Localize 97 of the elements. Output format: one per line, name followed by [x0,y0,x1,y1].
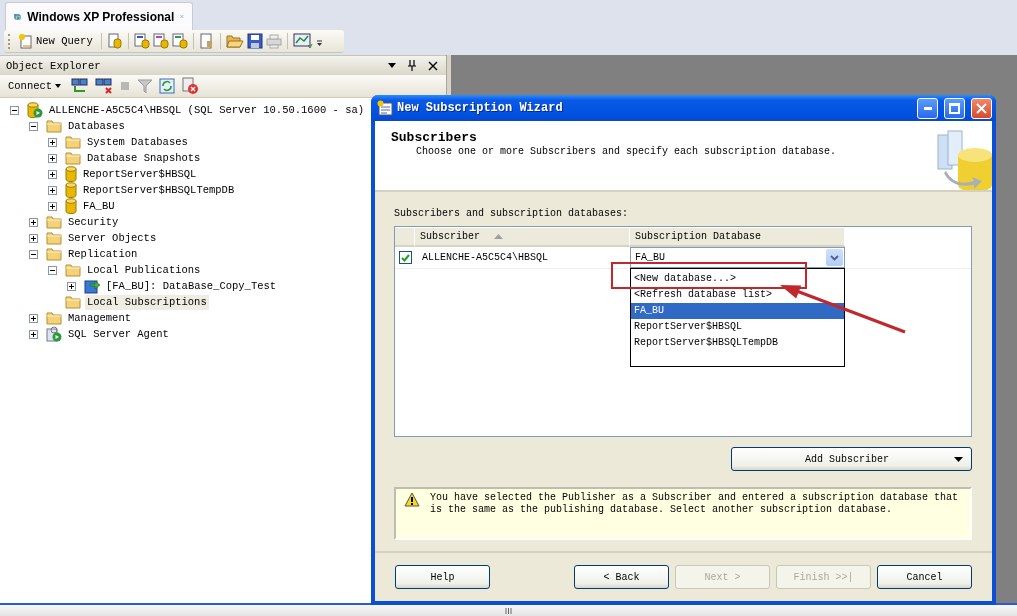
dropdown-option[interactable]: <Refresh database list> [631,287,844,303]
folder-icon [46,215,62,229]
new-query-button[interactable]: New Query [15,33,96,49]
checkbox[interactable] [399,251,412,264]
database-icon [65,166,77,182]
database-icon [65,198,77,214]
window-title: New Subscription Wizard [397,101,564,115]
folder-icon [65,295,81,309]
expand-icon[interactable] [29,313,38,323]
dropdown-option[interactable]: FA_BU [631,303,844,319]
expand-icon[interactable] [48,137,57,147]
expand-icon[interactable] [29,329,38,339]
column-header[interactable]: Subscriber [415,228,630,247]
maximize-button[interactable] [944,97,965,119]
wizard-button[interactable]: < Back [574,565,669,589]
minimize-icon [923,106,932,110]
warning-icon [404,492,420,507]
dropdown-option[interactable]: ReportServer$HBSQL [631,319,844,335]
tree-item[interactable]: ReportServer$HBSQLTempDB [81,182,237,198]
folder-icon [65,135,81,149]
publication-icon [84,278,100,294]
folder-icon [46,247,62,261]
add-subscriber-button[interactable]: Add Subscriber [731,447,972,471]
chevron-down-icon [830,254,839,261]
wizard-button[interactable]: Cancel [877,565,972,589]
expand-icon[interactable] [48,169,57,179]
horizontal-scrollbar[interactable] [0,603,1017,616]
tree-item[interactable]: Security [66,214,121,230]
grid-label: Subscribers and subscription databases: [394,208,630,221]
close-button[interactable] [971,97,992,119]
connect-icon[interactable] [71,77,90,95]
expand-icon[interactable] [29,233,38,243]
minimize-button[interactable] [917,97,938,119]
tree-item[interactable]: [FA_BU]: DataBase_Copy_Test [104,278,279,294]
scroll-grip-icon [505,607,512,614]
close-icon [976,102,987,114]
wizard-button[interactable]: Help [395,565,490,589]
query-document-icon[interactable] [171,33,188,49]
expand-icon[interactable] [67,281,76,291]
page-heading: Subscribers [391,130,478,145]
dropdown-arrow-icon[interactable] [388,63,396,68]
collapse-icon[interactable] [29,249,38,259]
agent-icon [46,326,62,342]
collapse-icon[interactable] [10,105,19,115]
panel-title: Object Explorer [6,59,102,72]
tree-item[interactable]: ALLENCHE-A5C5C4\HBSQL (SQL Server 10.50.1600 - sa) [47,102,367,118]
collapse-icon[interactable] [48,265,57,275]
warning-text: You have selected the Publisher as a Subscriber and entered a subscription database that is the same as the publishing database. Select another subscription database. [430,492,960,516]
database-icon [65,182,77,198]
filter-icon[interactable] [137,78,154,94]
wizard-icon [377,100,393,116]
connect-button[interactable]: Connect [6,80,64,92]
column-header[interactable]: Subscription Database [630,228,845,247]
new-document-icon [18,33,34,49]
tree-item[interactable]: Local Subscriptions [85,294,209,310]
database-books-drawing [936,127,992,190]
tree-item[interactable]: Local Publications [85,262,203,278]
folder-icon [46,231,62,245]
tree-item[interactable]: Management [66,310,133,326]
tab-title: Windows XP Professional [27,9,175,24]
dropdown-option[interactable]: ReportServer$HBSQLTempDB [631,335,844,351]
tree-item[interactable]: FA_BU [81,198,117,214]
maximize-icon [949,102,960,114]
table-cell: ALLENCHE-A5C5C4\HBSQL [422,252,549,263]
pin-icon[interactable] [408,60,416,71]
close-icon[interactable] [428,60,438,71]
folder-icon [65,263,81,277]
expand-icon[interactable] [48,185,57,195]
tree-item[interactable]: Server Objects [66,230,159,246]
tree-item[interactable]: Databases [66,118,127,134]
chart-icon[interactable] [292,33,313,49]
dropdown-button[interactable] [826,249,843,266]
tree-item[interactable]: System Databases [85,134,190,150]
refresh-icon[interactable] [159,78,176,94]
folder-icon [65,151,81,165]
database-document-icon[interactable] [106,33,123,49]
server-database-icon [27,102,43,118]
save-icon[interactable] [246,33,263,49]
expand-icon[interactable] [48,153,57,163]
query-document-icon[interactable] [133,33,150,49]
page-description: Choose one or more Subscribers and specify each subscription database. [415,146,838,157]
collapse-icon[interactable] [29,121,38,131]
expand-icon[interactable] [29,217,38,227]
disconnect-icon[interactable] [95,77,114,95]
tree-item[interactable]: SQL Server Agent [66,326,171,342]
query-document-icon[interactable] [152,33,169,49]
caret-icon [954,456,963,462]
folder-icon [46,119,62,133]
script-cancel-icon[interactable] [181,77,200,95]
document-tab[interactable]: Windows XP Professional [5,2,193,30]
tree-item[interactable]: Database Snapshots [85,150,203,166]
check-icon [401,253,410,262]
expand-icon[interactable] [48,201,57,211]
folder-icon [46,311,62,325]
tree-item[interactable]: Replication [66,246,140,262]
tree-item[interactable]: ReportServer$HBSQL [81,166,199,182]
caret-icon [55,84,62,88]
